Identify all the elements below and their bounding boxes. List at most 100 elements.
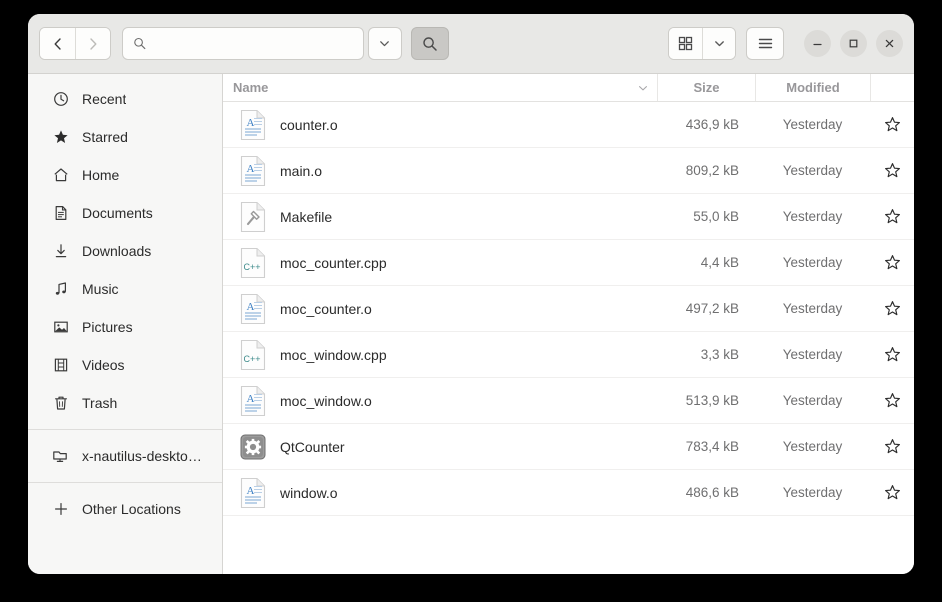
- column-header-modified[interactable]: Modified: [755, 74, 870, 101]
- hamburger-menu-icon: [758, 38, 772, 49]
- sidebar-item-label: Videos: [82, 357, 125, 373]
- table-row[interactable]: moc_counter.o 497,2 kB Yesterday: [223, 286, 914, 332]
- table-row[interactable]: moc_window.cpp 3,3 kB Yesterday: [223, 332, 914, 378]
- download-icon: [52, 243, 69, 260]
- file-list-area: Name Size Modified counter.o 436,9 kB Yest…: [223, 74, 914, 574]
- file-name-cell: moc_counter.cpp: [223, 247, 657, 279]
- star-toggle[interactable]: [870, 116, 914, 133]
- sidebar-item-label: Documents: [82, 205, 153, 221]
- column-header-size-label: Size: [693, 80, 720, 95]
- sidebar-item-other-locations[interactable]: Other Locations: [34, 490, 216, 528]
- file-name-cell: moc_window.cpp: [223, 339, 657, 371]
- star-toggle[interactable]: [870, 346, 914, 363]
- file-name-label: moc_counter.o: [280, 300, 372, 317]
- table-row[interactable]: main.o 809,2 kB Yesterday: [223, 148, 914, 194]
- star-toggle[interactable]: [870, 392, 914, 409]
- file-name-cell: Makefile: [223, 201, 657, 233]
- search-toggle-button[interactable]: [410, 27, 449, 60]
- sidebar-separator: [28, 429, 222, 430]
- file-modified-cell: Yesterday: [782, 255, 843, 270]
- star-outline-icon: [884, 208, 901, 225]
- clock-icon: [52, 91, 69, 108]
- table-row[interactable]: moc_window.o 513,9 kB Yesterday: [223, 378, 914, 424]
- search-icon: [134, 37, 146, 50]
- star-toggle[interactable]: [870, 300, 914, 317]
- chevron-down-icon: [714, 41, 724, 47]
- drive-icon: [52, 448, 69, 465]
- file-size-cell: 513,9 kB: [685, 393, 739, 408]
- chevron-right-icon: [90, 37, 97, 50]
- star-toggle[interactable]: [870, 208, 914, 225]
- file-modified-cell: Yesterday: [782, 347, 843, 362]
- header-bar: [28, 14, 914, 74]
- star-outline-icon: [884, 438, 901, 455]
- grid-view-button[interactable]: [669, 28, 702, 59]
- music-note-icon: [52, 281, 69, 298]
- text-file-icon: [239, 155, 267, 187]
- table-row[interactable]: window.o 486,6 kB Yesterday: [223, 470, 914, 516]
- sidebar-item-home[interactable]: Home: [34, 156, 216, 194]
- sidebar-item-starred[interactable]: Starred: [34, 118, 216, 156]
- back-button[interactable]: [40, 28, 75, 59]
- file-name-cell: QtCounter: [223, 431, 657, 463]
- table-row[interactable]: Makefile 55,0 kB Yesterday: [223, 194, 914, 240]
- file-modified-cell: Yesterday: [782, 301, 843, 316]
- main-menu-button[interactable]: [746, 27, 784, 60]
- path-dropdown-button[interactable]: [367, 27, 402, 60]
- sidebar-item-recent[interactable]: Recent: [34, 80, 216, 118]
- star-toggle[interactable]: [870, 162, 914, 179]
- close-icon: [885, 39, 894, 48]
- minimize-button[interactable]: [804, 30, 831, 57]
- file-name-label: moc_window.cpp: [280, 346, 387, 363]
- trash-icon: [52, 395, 69, 412]
- star-toggle[interactable]: [870, 484, 914, 501]
- navigation-buttons: [39, 27, 111, 60]
- star-outline-icon: [884, 484, 901, 501]
- star-outline-icon: [884, 346, 901, 363]
- file-name-label: counter.o: [280, 116, 338, 133]
- file-modified-cell: Yesterday: [782, 485, 843, 500]
- table-row[interactable]: moc_counter.cpp 4,4 kB Yesterday: [223, 240, 914, 286]
- column-header-size[interactable]: Size: [657, 74, 755, 101]
- text-file-icon: [239, 293, 267, 325]
- file-name-label: moc_counter.cpp: [280, 254, 387, 271]
- sidebar: Recent Starred Home Documents Downloads …: [28, 74, 223, 574]
- sidebar-item-documents[interactable]: Documents: [34, 194, 216, 232]
- file-modified-cell: Yesterday: [782, 117, 843, 132]
- file-name-cell: main.o: [223, 155, 657, 187]
- file-name-cell: moc_counter.o: [223, 293, 657, 325]
- star-toggle[interactable]: [870, 438, 914, 455]
- table-row[interactable]: counter.o 436,9 kB Yesterday: [223, 102, 914, 148]
- chevron-left-icon: [54, 37, 61, 50]
- star-toggle[interactable]: [870, 254, 914, 271]
- makefile-icon: [239, 201, 267, 233]
- file-name-cell: counter.o: [223, 109, 657, 141]
- grid-icon: [678, 36, 693, 51]
- forward-button[interactable]: [75, 28, 110, 59]
- sidebar-item-pictures[interactable]: Pictures: [34, 308, 216, 346]
- sidebar-item-downloads[interactable]: Downloads: [34, 232, 216, 270]
- sidebar-item-label: x-nautilus-desktop…: [82, 448, 206, 464]
- file-modified-cell: Yesterday: [782, 209, 843, 224]
- chevron-down-icon: [639, 85, 647, 90]
- file-modified-cell: Yesterday: [782, 439, 843, 454]
- close-button[interactable]: [876, 30, 903, 57]
- search-input[interactable]: [154, 36, 353, 51]
- sidebar-item-music[interactable]: Music: [34, 270, 216, 308]
- column-header-name[interactable]: Name: [223, 74, 657, 101]
- search-path-bar[interactable]: [122, 27, 364, 60]
- file-size-cell: 783,4 kB: [685, 439, 739, 454]
- view-options-button[interactable]: [702, 28, 735, 59]
- text-file-icon: [239, 385, 267, 417]
- maximize-button[interactable]: [840, 30, 867, 57]
- file-modified-cell: Yesterday: [782, 163, 843, 178]
- sidebar-separator: [28, 482, 222, 483]
- star-outline-icon: [884, 162, 901, 179]
- sidebar-item-videos[interactable]: Videos: [34, 346, 216, 384]
- file-modified-cell: Yesterday: [782, 393, 843, 408]
- table-row[interactable]: QtCounter 783,4 kB Yesterday: [223, 424, 914, 470]
- sidebar-item-trash[interactable]: Trash: [34, 384, 216, 422]
- sidebar-item-x-nautilus-desktop[interactable]: x-nautilus-desktop…: [34, 437, 216, 475]
- star-filled-icon: [52, 129, 69, 146]
- minimize-icon: [813, 43, 822, 46]
